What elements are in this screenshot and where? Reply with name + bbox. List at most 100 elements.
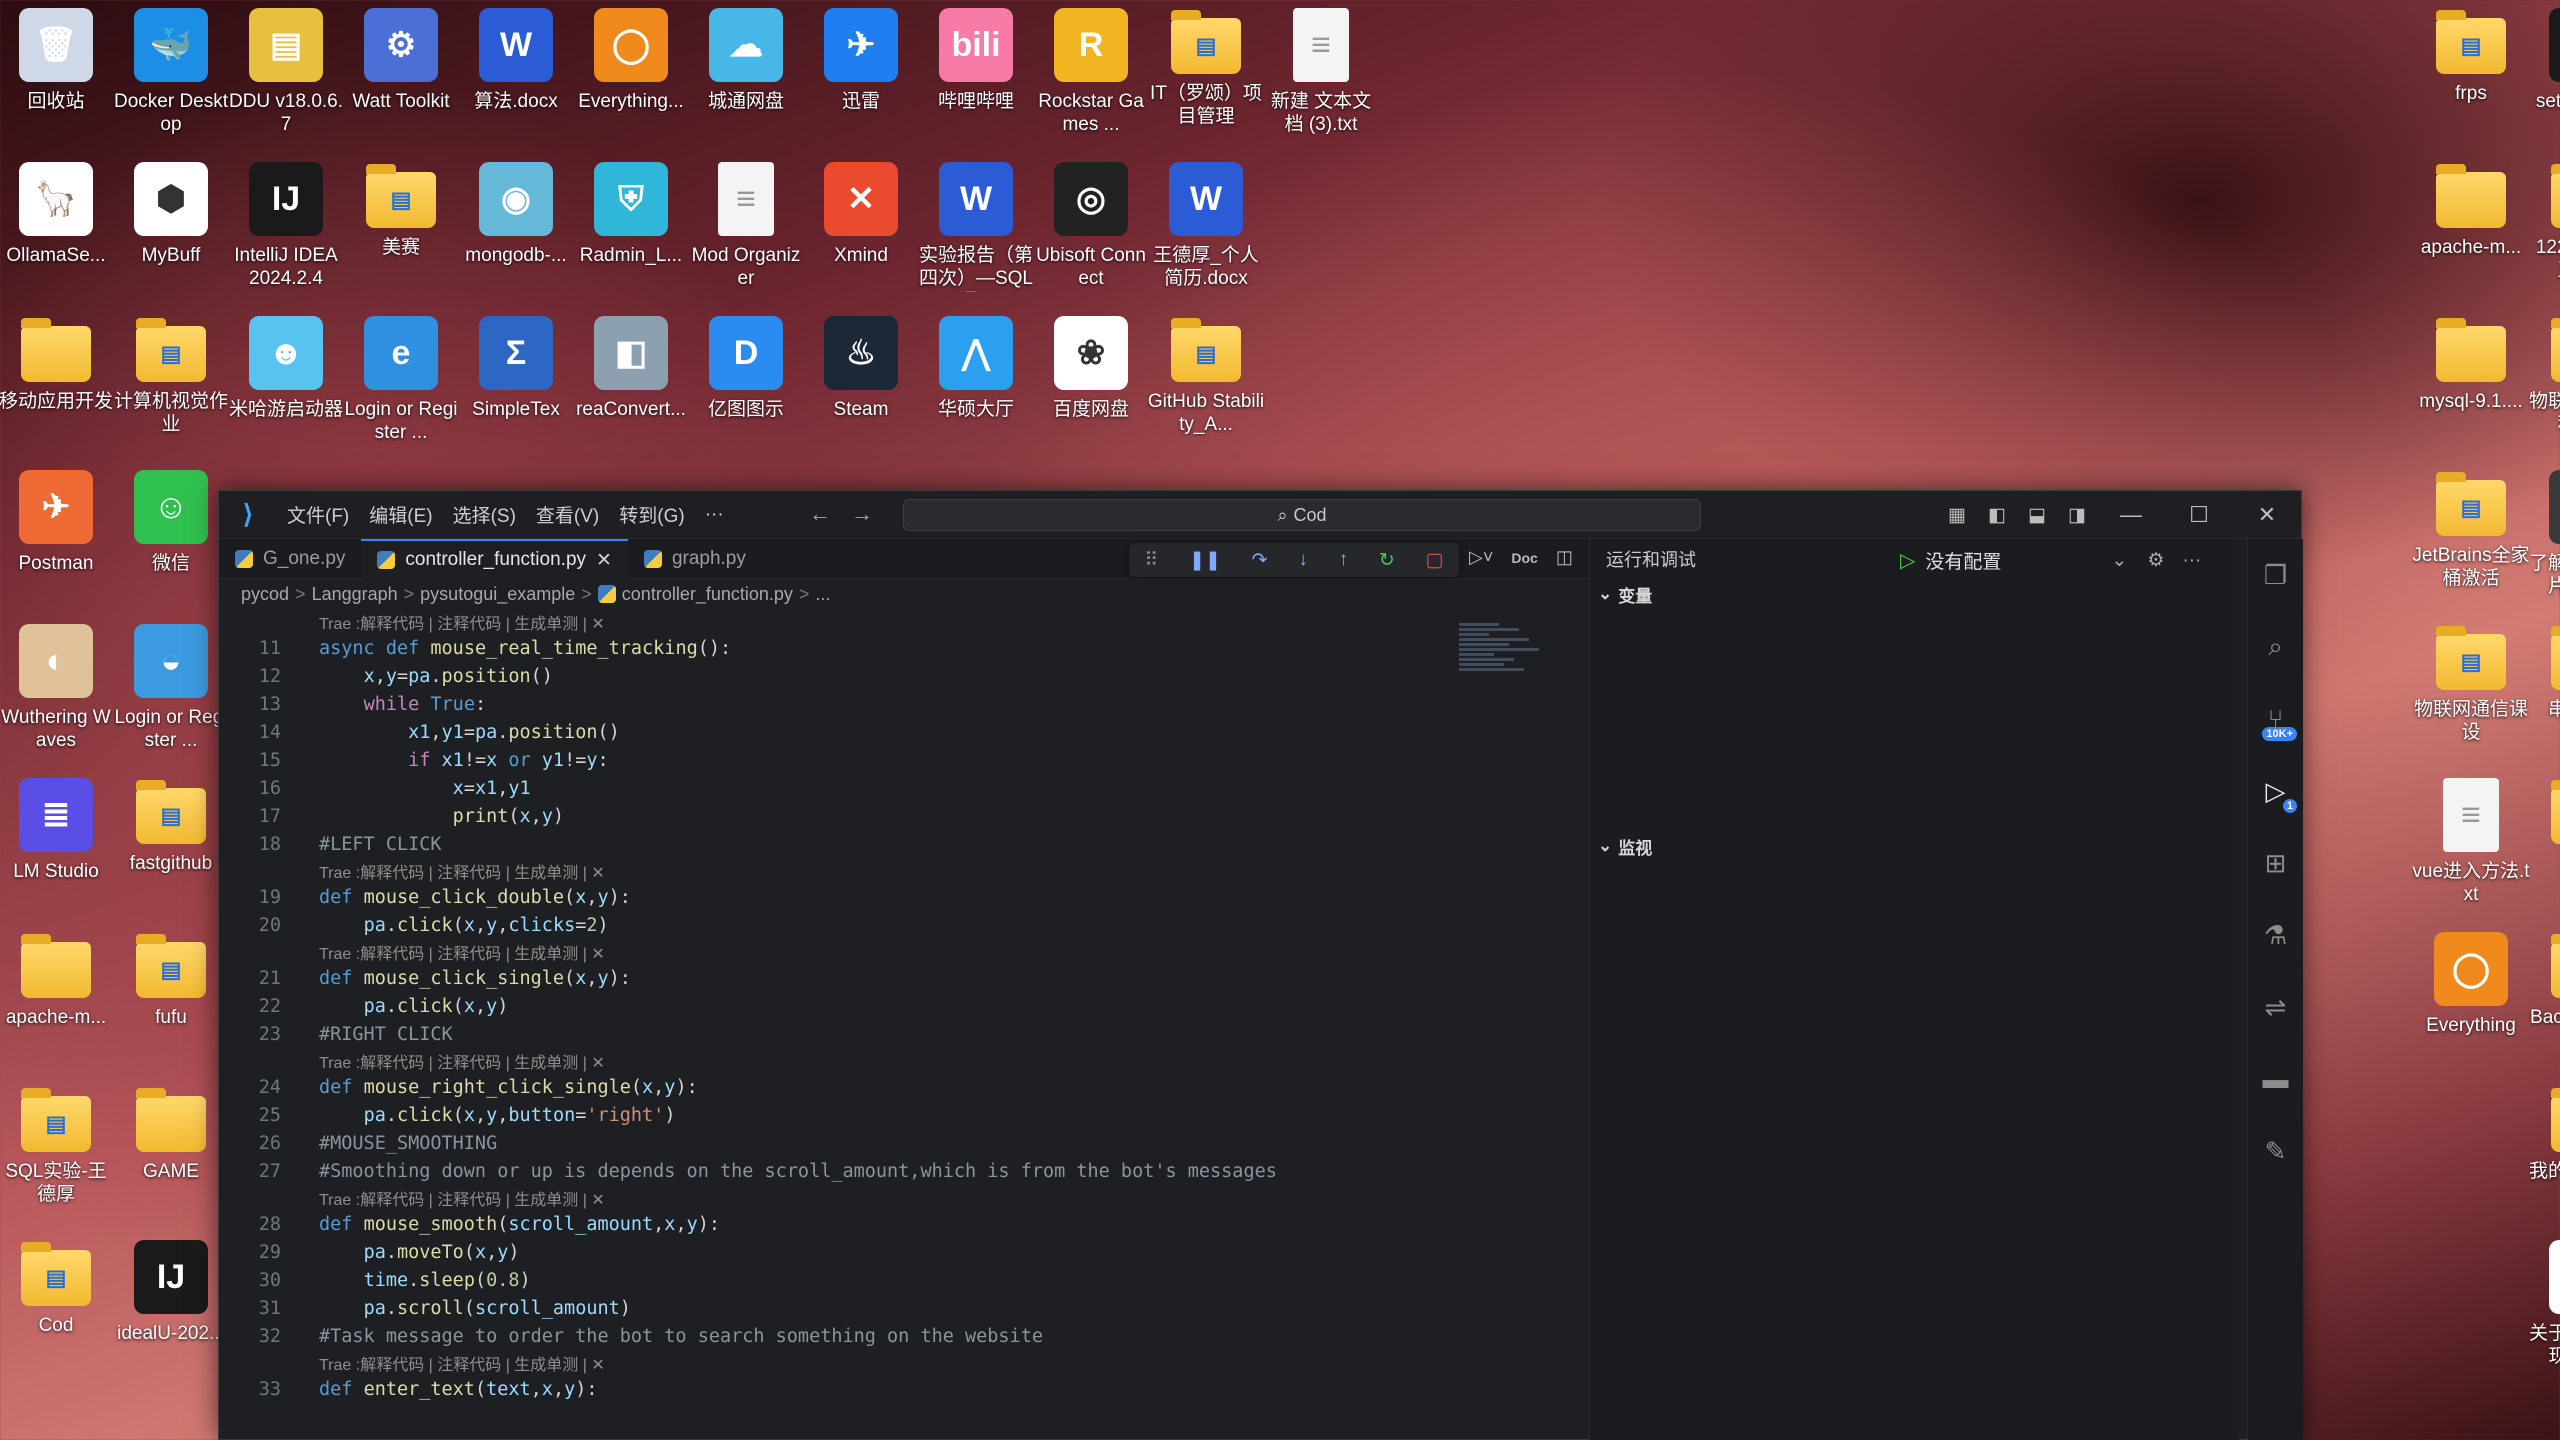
desktop-icon[interactable]: apache-m... xyxy=(0,926,113,1076)
desktop-icon[interactable]: apache-m... xyxy=(2414,156,2528,306)
desktop-icon[interactable]: ≡ 新建 文本文档 (3).txt xyxy=(1264,2,1378,152)
desktop-icon[interactable]: 🦙 OllamaSe... xyxy=(0,156,113,306)
desktop-icon[interactable]: ≣ LM Studio xyxy=(0,772,113,922)
code-lens[interactable]: Trae :解释代码 | 注释代码 | 生成单测 | ✕ xyxy=(219,1185,1559,1210)
desktop-icon[interactable]: GAME xyxy=(114,1080,228,1230)
desktop-icon[interactable]: Σ SimpleTex xyxy=(459,310,573,460)
code-lens[interactable]: Trae :解释代码 | 注释代码 | 生成单测 | ✕ xyxy=(219,939,1559,964)
section-watch[interactable]: ⌄ 监视 xyxy=(1590,831,2239,861)
step-out-icon[interactable]: ↑ xyxy=(1339,549,1349,571)
desktop-icon[interactable]: ♨ Steam xyxy=(804,310,918,460)
stop-icon[interactable]: ▢ xyxy=(1426,549,1444,572)
desktop-icon[interactable]: 移动应用开发 xyxy=(0,310,113,460)
run-debug-icon[interactable]: ▷ 1 xyxy=(2248,755,2303,827)
close-button[interactable]: ✕ xyxy=(2233,502,2301,528)
desktop-icon[interactable]: mysql-9.1.... xyxy=(2414,310,2528,460)
desktop-icon[interactable]: ◉ 了解有关此图片的信息 xyxy=(2529,464,2560,614)
testing-icon[interactable]: ⚗ xyxy=(2248,899,2303,971)
desktop-icon[interactable]: ▤ frpc xyxy=(2529,772,2560,922)
tab-g-one[interactable]: G_one.py xyxy=(219,539,361,579)
step-over-icon[interactable]: ↷ xyxy=(1252,549,1268,572)
command-center-search[interactable]: ⌕ Cod xyxy=(903,499,1701,531)
desktop-icon[interactable]: 🐳 Docker Desktop xyxy=(114,2,228,152)
run-config-select[interactable]: ▷ 没有配置 ⌄ ⚙ ··· xyxy=(1900,547,2201,574)
layout-customize-icon[interactable]: ▦ xyxy=(1937,504,1977,527)
desktop-icon[interactable]: ▤ SQL实验-王德厚 xyxy=(0,1080,113,1230)
desktop-icon[interactable]: D 亿图图示 xyxy=(689,310,803,460)
desktop-icon[interactable]: ✕ 关于长记忆实现.xmind xyxy=(2529,1234,2560,1384)
desktop-icon[interactable]: ▤ frps xyxy=(2414,2,2528,152)
start-debugging-icon[interactable]: ▷ xyxy=(1900,548,1915,573)
desktop-icon[interactable]: ◐ Wuthering Waves xyxy=(0,618,113,768)
desktop-icon[interactable]: 🗑 回收站 xyxy=(0,2,113,152)
desktop-icon[interactable]: e Login or Register ... xyxy=(344,310,458,460)
desktop-icon[interactable]: ▤ 物联网通信课设 xyxy=(2414,618,2528,768)
desktop-icon[interactable]: ✕ Xmind xyxy=(804,156,918,306)
desktop-icon[interactable]: ▤ 12203990... 王德厚 xyxy=(2529,156,2560,306)
code-lens[interactable]: Trae :解释代码 | 注释代码 | 生成单测 | ✕ xyxy=(219,609,1559,634)
drag-handle-icon[interactable]: ⠿ xyxy=(1144,549,1158,572)
restart-icon[interactable]: ↻ xyxy=(1379,549,1395,572)
desktop-icon[interactable]: ▤ IT（罗颂）项目管理 xyxy=(1149,2,1263,152)
desktop-icon[interactable]: ☻ 米哈游启动器 xyxy=(229,310,343,460)
breadcrumb-item[interactable]: pysutogui_example xyxy=(420,584,575,605)
desktop-icon[interactable]: 串口项目 xyxy=(2529,618,2560,768)
desktop-icon[interactable]: IJ idealU-202... xyxy=(114,1234,228,1384)
desktop-icon[interactable]: bili 哔哩哔哩 xyxy=(919,2,1033,152)
code-lens[interactable]: Trae :解释代码 | 注释代码 | 生成单测 | ✕ xyxy=(219,858,1559,883)
chevron-down-icon[interactable]: ⌄ xyxy=(2111,549,2127,572)
desktop-icon[interactable]: ▤ JetBrains全家桶激活 xyxy=(2412,464,2530,614)
desktop-icon[interactable]: R Rockstar Games ... xyxy=(1034,2,1148,152)
desktop-icon[interactable]: ◒ Login or Register ... xyxy=(114,618,228,768)
desktop-icon[interactable]: ▤ 物联网感知课程设计 xyxy=(2529,310,2560,460)
desktop-icon[interactable]: ▤ BackImgFo... xyxy=(2529,926,2560,1076)
section-variables[interactable]: ⌄ 变量 xyxy=(1590,579,2239,609)
terminal-panel-icon[interactable]: ▬ xyxy=(2248,1043,2303,1115)
tab-controller-function[interactable]: controller_function.py ✕ xyxy=(361,539,628,579)
desktop-icon[interactable]: ≡ Mod Organizer xyxy=(689,156,803,306)
menu-go[interactable]: 转到(G) xyxy=(609,501,694,528)
menu-file[interactable]: 文件(F) xyxy=(277,501,359,528)
step-into-icon[interactable]: ↓ xyxy=(1298,549,1308,571)
maximize-button[interactable]: ☐ xyxy=(2165,502,2233,528)
code-lens[interactable]: Trae :解释代码 | 注释代码 | 生成单测 | ✕ xyxy=(219,1048,1559,1073)
menu-selection[interactable]: 选择(S) xyxy=(443,501,526,528)
desktop-icon[interactable]: IJ IntelliJ IDEA 2024.2.4 xyxy=(229,156,343,306)
forward-arrow-icon[interactable]: → xyxy=(851,501,873,527)
desktop-icon[interactable]: ▤ 计算机视觉作业 xyxy=(114,310,228,460)
desktop-icon[interactable]: W 算法.docx xyxy=(459,2,573,152)
back-arrow-icon[interactable]: ← xyxy=(809,501,831,527)
menu-more[interactable]: ··· xyxy=(695,504,734,526)
minimap[interactable] xyxy=(1459,621,1559,741)
desktop-icon[interactable]: ◧ reaConvert... xyxy=(574,310,688,460)
ai-assistant-icon[interactable]: ✎ xyxy=(2248,1115,2303,1187)
toggle-sidebar-icon[interactable]: ◧ xyxy=(1977,504,2017,527)
desktop-icon[interactable]: ☁ 城通网盘 xyxy=(689,2,803,152)
desktop-icon[interactable]: ⛨ Radmin_L... xyxy=(574,156,688,306)
close-tab-icon[interactable]: ✕ xyxy=(596,549,612,572)
breadcrumb-item[interactable]: pycod xyxy=(241,584,289,605)
menu-edit[interactable]: 编辑(E) xyxy=(359,501,442,528)
desktop-icon[interactable]: ≡ vue进入方法.txt xyxy=(2412,772,2530,922)
desktop-icon[interactable]: ◉ mongodb-... xyxy=(459,156,573,306)
doc-button[interactable]: Doc xyxy=(1511,547,1537,569)
desktop-icon[interactable]: ▤ 我的学习资料 xyxy=(2529,1080,2560,1230)
desktop-icon[interactable]: ⚙ Watt Toolkit xyxy=(344,2,458,152)
toggle-panel-icon[interactable]: ⬓ xyxy=(2017,504,2057,527)
desktop-icon[interactable]: ❀ 百度网盘 xyxy=(1034,310,1148,460)
toggle-secondary-sidebar-icon[interactable]: ◨ xyxy=(2057,504,2097,527)
desktop-icon[interactable]: ▤ GitHub Stability_A... xyxy=(1148,310,1264,460)
pause-icon[interactable]: ❚❚ xyxy=(1189,549,1221,572)
split-editor-icon[interactable]: ◫ xyxy=(1556,547,1573,569)
settings-gear-icon[interactable]: ⚙ xyxy=(2147,549,2164,572)
desktop-icon[interactable]: ▤ Cod xyxy=(0,1234,113,1384)
desktop-icon[interactable]: ◎ Ubisoft Connect xyxy=(1034,156,1148,306)
extensions-icon[interactable]: ⊞ xyxy=(2248,827,2303,899)
desktop-icon[interactable]: ▤ fufu xyxy=(114,926,228,1076)
search-icon[interactable]: ⌕ xyxy=(2248,611,2303,683)
desktop-icon[interactable]: ✈ 迅雷 xyxy=(804,2,918,152)
desktop-icon[interactable]: W 王德厚_个人简历.docx xyxy=(1149,156,1263,306)
menu-view[interactable]: 查看(V) xyxy=(526,501,609,528)
desktop-icon[interactable]: ✈ Postman xyxy=(0,464,113,614)
breadcrumb-item[interactable]: Langgraph xyxy=(312,584,398,605)
